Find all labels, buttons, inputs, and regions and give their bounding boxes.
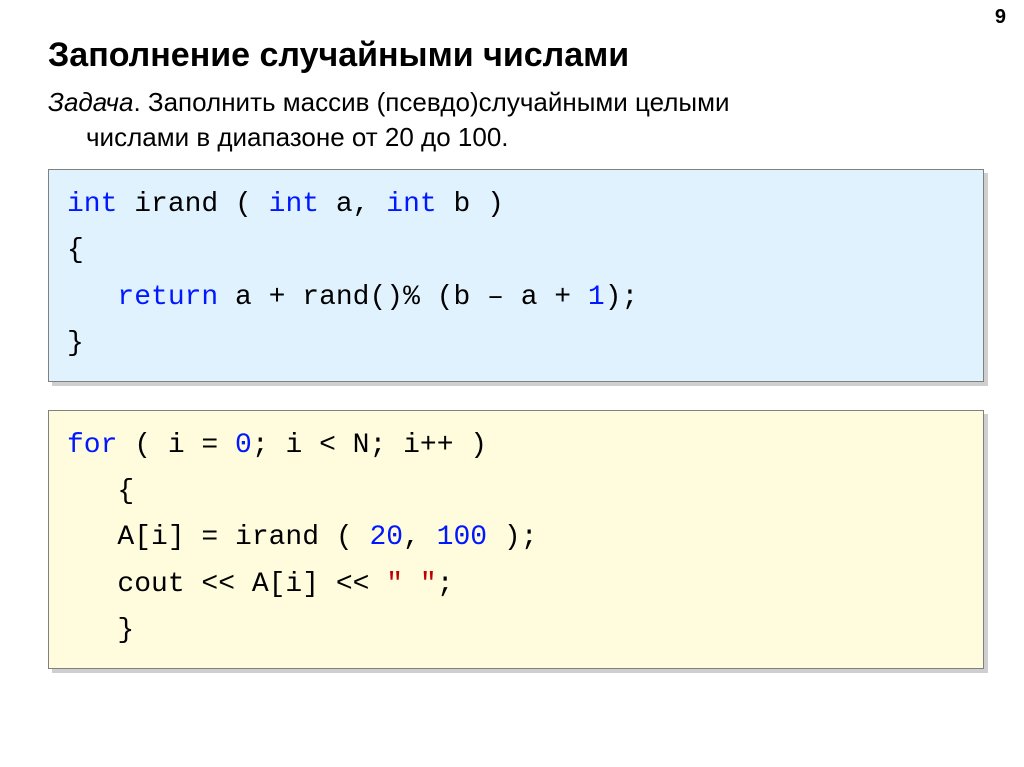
kw-return: return <box>117 282 218 313</box>
task-text: Задача. Заполнить массив (псевдо)случайн… <box>48 85 984 155</box>
page-number: 9 <box>995 6 1006 29</box>
task-line1: . Заполнить массив (псевдо)случайными це… <box>133 87 729 117</box>
code-text: A[i] = irand ( <box>67 522 369 553</box>
code-text: irand ( <box>117 189 268 220</box>
str-literal: " " <box>386 569 436 600</box>
kw-int: int <box>269 189 319 220</box>
code-text: a, <box>319 189 386 220</box>
kw-int: int <box>386 189 436 220</box>
num-literal: 100 <box>437 522 487 553</box>
code-text: ( i = <box>117 430 235 461</box>
code-text: a + rand()% (b – a + <box>218 282 588 313</box>
code-text: , <box>403 522 437 553</box>
code-text: ; <box>437 569 454 600</box>
task-lead: Задача <box>48 87 133 117</box>
code-text: b ) <box>437 189 504 220</box>
slide-content: Заполнение случайными числами Задача. За… <box>0 0 1024 669</box>
code-text: ; i < N; i++ ) <box>252 430 487 461</box>
kw-int: int <box>67 189 117 220</box>
code-text: ); <box>605 282 639 313</box>
code-block-function: int irand ( int a, int b ) { return a + … <box>48 169 984 382</box>
num-literal: 1 <box>588 282 605 313</box>
code-text <box>67 282 117 313</box>
num-literal: 20 <box>369 522 403 553</box>
code-text: cout << A[i] << <box>67 569 386 600</box>
code-text: { <box>67 476 134 507</box>
num-literal: 0 <box>235 430 252 461</box>
code-block-loop: for ( i = 0; i < N; i++ ) { A[i] = irand… <box>48 410 984 669</box>
code-text: } <box>67 615 134 646</box>
code-text: ); <box>487 522 537 553</box>
code-text: { <box>67 235 84 266</box>
code-text: } <box>67 328 84 359</box>
slide-title: Заполнение случайными числами <box>48 36 984 75</box>
task-line2: числами в диапазоне от 20 до 100. <box>48 120 984 155</box>
kw-for: for <box>67 430 117 461</box>
